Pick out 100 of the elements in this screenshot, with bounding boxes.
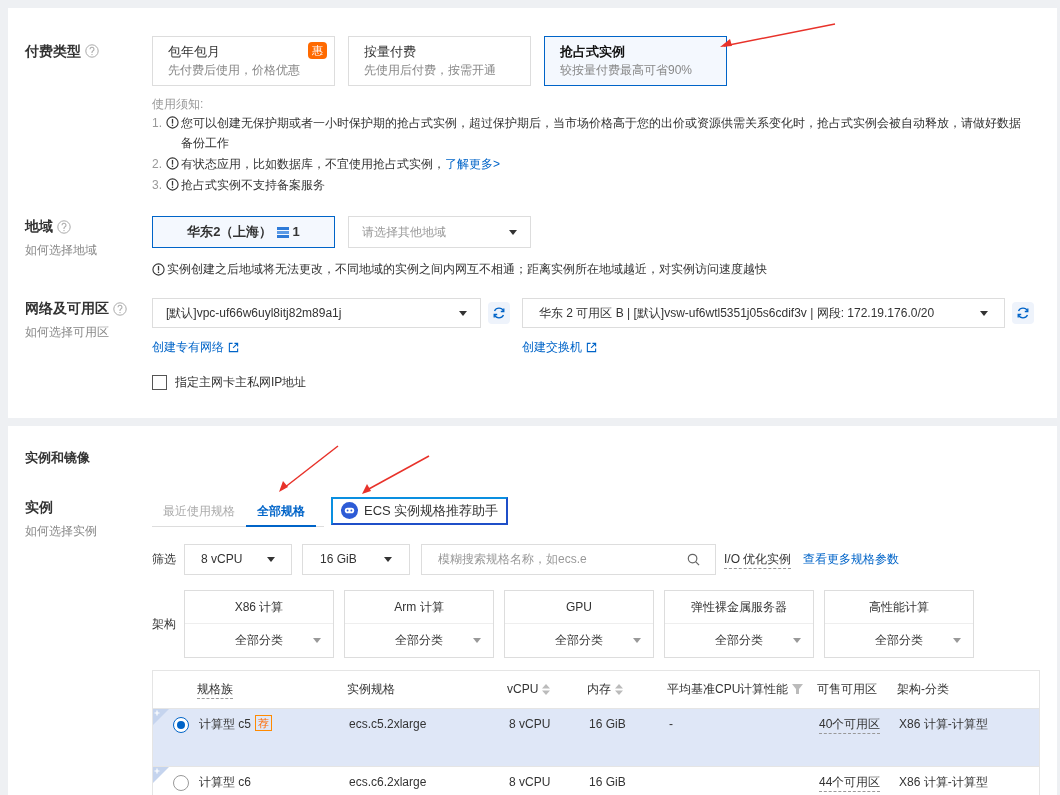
filter-icon[interactable]	[792, 684, 804, 694]
category-select[interactable]: 全部分类	[825, 623, 973, 657]
table-cell-text: 16 GiB	[589, 715, 627, 733]
field-label: 地域	[25, 217, 53, 236]
annotation-arrow	[359, 454, 431, 496]
vswitch-select[interactable]: 华东 2 可用区 B | [默认]vsw-uf6wtl5351j05s6cdif3v | 网段: 172.19.176.0/20	[522, 298, 1005, 328]
column-header: 实例规格	[347, 681, 395, 698]
billing-option[interactable]: 按量付费 先使用后付费，按需开通	[348, 36, 531, 86]
checkbox-label: 指定主网卡主私网IP地址	[175, 374, 307, 391]
help-link[interactable]: 如何选择可用区	[25, 323, 152, 341]
table-cell-text: 16 GiB	[589, 773, 627, 791]
architecture-panel[interactable]: 高性能计算 全部分类	[824, 589, 974, 658]
sort-icon[interactable]	[615, 683, 623, 695]
assistant-button[interactable]: ECS 实例规格推荐助手	[331, 496, 509, 525]
server-icon	[276, 226, 289, 238]
caret-icon	[980, 310, 988, 316]
help-icon[interactable]	[57, 219, 71, 234]
more-specs-link[interactable]: 查看更多规格参数	[803, 550, 900, 568]
help-link[interactable]: 如何选择实例	[25, 521, 152, 540]
caret-icon	[267, 556, 275, 562]
search-field[interactable]: 模糊搜索规格名称，如ecs.e	[421, 543, 716, 575]
warning-icon	[166, 116, 179, 129]
billing-option[interactable]: 包年包月 先付费后使用，价格优惠 惠	[152, 36, 335, 86]
architecture-name: 高性能计算	[825, 590, 973, 624]
notice-text: 有状态应用，比如数据库，不宜使用抢占式实例，了解更多>	[181, 156, 501, 173]
column-header: 内存	[587, 681, 611, 698]
architecture-panel[interactable]: Arm 计算 全部分类	[344, 589, 494, 658]
caret-icon	[509, 229, 517, 235]
caret-icon	[633, 637, 641, 643]
tab[interactable]: 全部规格	[246, 497, 316, 527]
region-button[interactable]: 华东2（上海） 1	[152, 216, 335, 248]
table-cell-text: X86 计算-计算型	[899, 773, 989, 791]
help-link[interactable]: 如何选择地域	[25, 241, 152, 259]
vcpu-select[interactable]: 8 vCPU	[184, 543, 292, 575]
zones-link[interactable]: 40个可用区	[819, 714, 881, 734]
external-link-icon	[586, 341, 597, 353]
zones-link[interactable]: 44个可用区	[819, 772, 881, 792]
checkbox[interactable]	[152, 374, 167, 390]
caret-icon	[459, 310, 467, 316]
region-notice: 实例创建之后地域将无法更改，不同地域的实例之间内网互不相通；距离实例所在地域越近，对实例访问速度越快	[167, 261, 767, 278]
notice-title: 使用须知:	[152, 96, 205, 112]
table-row[interactable]: 计算型 c6 ecs.c6.2xlarge 8 vCPU 16 GiB 44个可用区 X86 计算-计算型	[153, 765, 1039, 795]
architecture-panel[interactable]: 弹性裸金属服务器 全部分类	[664, 589, 814, 658]
architecture-panel[interactable]: GPU 全部分类	[504, 589, 654, 658]
expand-corner-icon[interactable]	[153, 766, 169, 783]
category-select[interactable]: 全部分类	[345, 623, 493, 657]
search-icon[interactable]	[687, 552, 700, 566]
architecture-name: GPU	[505, 590, 653, 624]
create-vswitch-link[interactable]: 创建交换机	[522, 338, 597, 356]
option-subtitle: 较按量付费最高可省90%	[560, 62, 693, 79]
column-header: 平均基准CPU计算性能	[667, 681, 789, 698]
learn-more-link[interactable]: 了解更多>	[445, 157, 501, 171]
field-label: 实例	[25, 497, 54, 517]
recommend-tag: 荐	[255, 714, 272, 731]
warning-icon	[166, 178, 179, 191]
notice-index: 3.	[152, 177, 162, 194]
caret-icon	[953, 637, 961, 643]
column-header: 架构-分类	[897, 681, 949, 698]
column-header: vCPU	[507, 681, 539, 698]
option-title: 抢占式实例	[560, 43, 625, 61]
io-optimized-option[interactable]: I/O 优化实例	[724, 549, 792, 569]
refresh-button[interactable]	[488, 302, 510, 324]
architecture-panel[interactable]: X86 计算 全部分类	[184, 589, 334, 658]
option-title: 包年包月	[168, 43, 220, 61]
option-title: 按量付费	[364, 43, 416, 61]
table-cell-text: ecs.c5.2xlarge	[349, 715, 428, 733]
option-subtitle: 先使用后付费，按需开通	[364, 62, 496, 79]
discount-badge: 惠	[308, 42, 327, 59]
notice-index: 2.	[152, 156, 162, 173]
refresh-icon	[1016, 306, 1030, 320]
table-row[interactable]: 计算型 c5 荐 ecs.c5.2xlarge 8 vCPU 16 GiB - 40个可用区 X86 计算-计算型	[153, 707, 1039, 766]
notice-index: 1.	[152, 115, 162, 132]
help-icon[interactable]	[85, 44, 99, 58]
architecture-name: X86 计算	[185, 590, 333, 624]
notice-text: 您可以创建无保护期或者一小时保护期的抢占式实例，超过保护期后，当市场价格高于您的出价或资源供需关系变化时，抢占式实例会被自动释放，请做好数据备份工作	[181, 115, 1022, 152]
table-cell-text: 8 vCPU	[509, 773, 552, 791]
category-select[interactable]: 全部分类	[505, 623, 653, 657]
caret-icon	[473, 637, 481, 643]
table-cell-text: X86 计算-计算型	[899, 715, 989, 733]
category-select[interactable]: 全部分类	[665, 623, 813, 657]
radio-button[interactable]	[173, 774, 189, 791]
table-cell: -	[669, 716, 673, 731]
refresh-icon	[492, 306, 506, 320]
vpc-select[interactable]: [默认]vpc-uf66w6uyl8itj82m89a1j	[152, 298, 481, 328]
region-count: 1	[292, 223, 300, 242]
filter-label: 筛选	[152, 551, 177, 568]
memory-select[interactable]: 16 GiB	[302, 543, 410, 575]
region-name: 华东2（上海）	[187, 223, 273, 242]
column-header: 规格族	[197, 679, 233, 699]
radio-button[interactable]	[173, 716, 189, 733]
column-header: 可售可用区	[817, 681, 877, 698]
billing-option[interactable]: 抢占式实例 较按量付费最高可省90%	[544, 36, 727, 86]
refresh-button[interactable]	[1012, 302, 1034, 324]
field-label: 付费类型	[25, 41, 81, 61]
category-select[interactable]: 全部分类	[185, 623, 333, 657]
create-vpc-link[interactable]: 创建专有网络	[152, 338, 522, 356]
field-label: 网络及可用区	[25, 299, 109, 318]
help-icon[interactable]	[113, 301, 127, 316]
table-cell-text: ecs.c6.2xlarge	[349, 773, 428, 791]
sort-icon[interactable]	[542, 683, 551, 695]
